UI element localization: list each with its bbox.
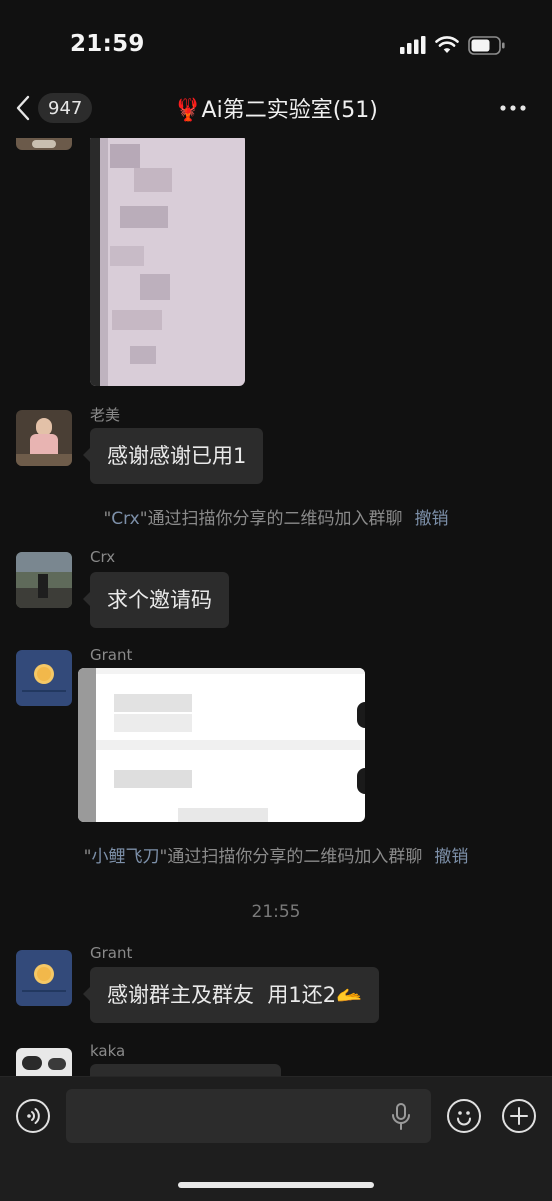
quote-open: " (83, 847, 92, 867)
sender-name: kaka (90, 1042, 126, 1060)
lobster-emoji: 🦞 (174, 98, 202, 123)
avatar[interactable] (16, 410, 72, 466)
member-name[interactable]: Crx (111, 509, 139, 529)
more-icon[interactable] (498, 98, 528, 118)
message-input[interactable] (66, 1089, 431, 1143)
chat-area[interactable]: 老美 感谢感谢已用1 "Crx"通过扫描你分享的二维码加入群聊 撤销 Crx 求个… (0, 138, 552, 1076)
hand-emoji: 🫴 (336, 983, 363, 1007)
emoji-icon (457, 1111, 471, 1126)
image-message[interactable] (90, 138, 245, 386)
voice-icon (27, 1108, 40, 1124)
system-text: 通过扫描你分享的二维码加入群聊 (147, 509, 403, 529)
quote-close: " (139, 509, 148, 529)
message-bubble[interactable]: 感谢感谢已用1 (82, 428, 264, 484)
mic-icon[interactable] (390, 1102, 412, 1132)
avatar[interactable] (16, 138, 72, 150)
status-bar: 21:59 (0, 0, 552, 78)
message-bubble[interactable]: 感谢群主及群友 用1还2🫴 (82, 967, 380, 1023)
revoke-link[interactable]: 撤销 (434, 847, 468, 867)
revoke-link[interactable]: 撤销 (415, 509, 449, 529)
avatar[interactable] (16, 1048, 72, 1076)
message-bubble[interactable]: 求个邀请码 (83, 572, 229, 628)
chat-title-text: Ai第二实验室(51) (201, 98, 378, 123)
sender-name: Grant (90, 944, 133, 962)
message-bubble[interactable] (90, 1064, 281, 1076)
home-indicator[interactable] (178, 1182, 374, 1188)
member-name[interactable]: 小鲤飞刀 (92, 847, 160, 867)
battery-icon (468, 35, 505, 55)
avatar[interactable] (16, 650, 72, 706)
system-message: "小鲤飞刀"通过扫描你分享的二维码加入群聊 撤销 (0, 842, 552, 867)
nav-bar: 947 🦞Ai第二实验室(51) (0, 78, 552, 139)
plus-button[interactable] (502, 1099, 536, 1133)
voice-button[interactable] (16, 1099, 50, 1133)
signal-icon (400, 36, 426, 54)
sender-name: Crx (90, 548, 116, 566)
time-separator: 21:55 (251, 902, 301, 922)
wifi-icon (435, 36, 459, 53)
avatar[interactable] (16, 552, 72, 608)
sender-name: 老美 (90, 406, 121, 424)
chat-title: 🦞Ai第二实验室(51) (0, 92, 552, 124)
system-message: "Crx"通过扫描你分享的二维码加入群聊 撤销 (0, 504, 552, 529)
flower-icon (37, 967, 51, 981)
sender-name: Grant (90, 646, 133, 664)
message-text: 感谢群主及群友 用1还2 (107, 983, 337, 1007)
plus-icon (510, 1107, 528, 1125)
image-message[interactable] (78, 668, 365, 822)
status-icons (400, 34, 506, 56)
emoji-button[interactable] (447, 1099, 481, 1133)
system-text: 通过扫描你分享的二维码加入群聊 (167, 847, 423, 867)
avatar[interactable] (16, 950, 72, 1006)
flower-icon (37, 667, 51, 681)
status-time: 21:59 (70, 31, 145, 57)
